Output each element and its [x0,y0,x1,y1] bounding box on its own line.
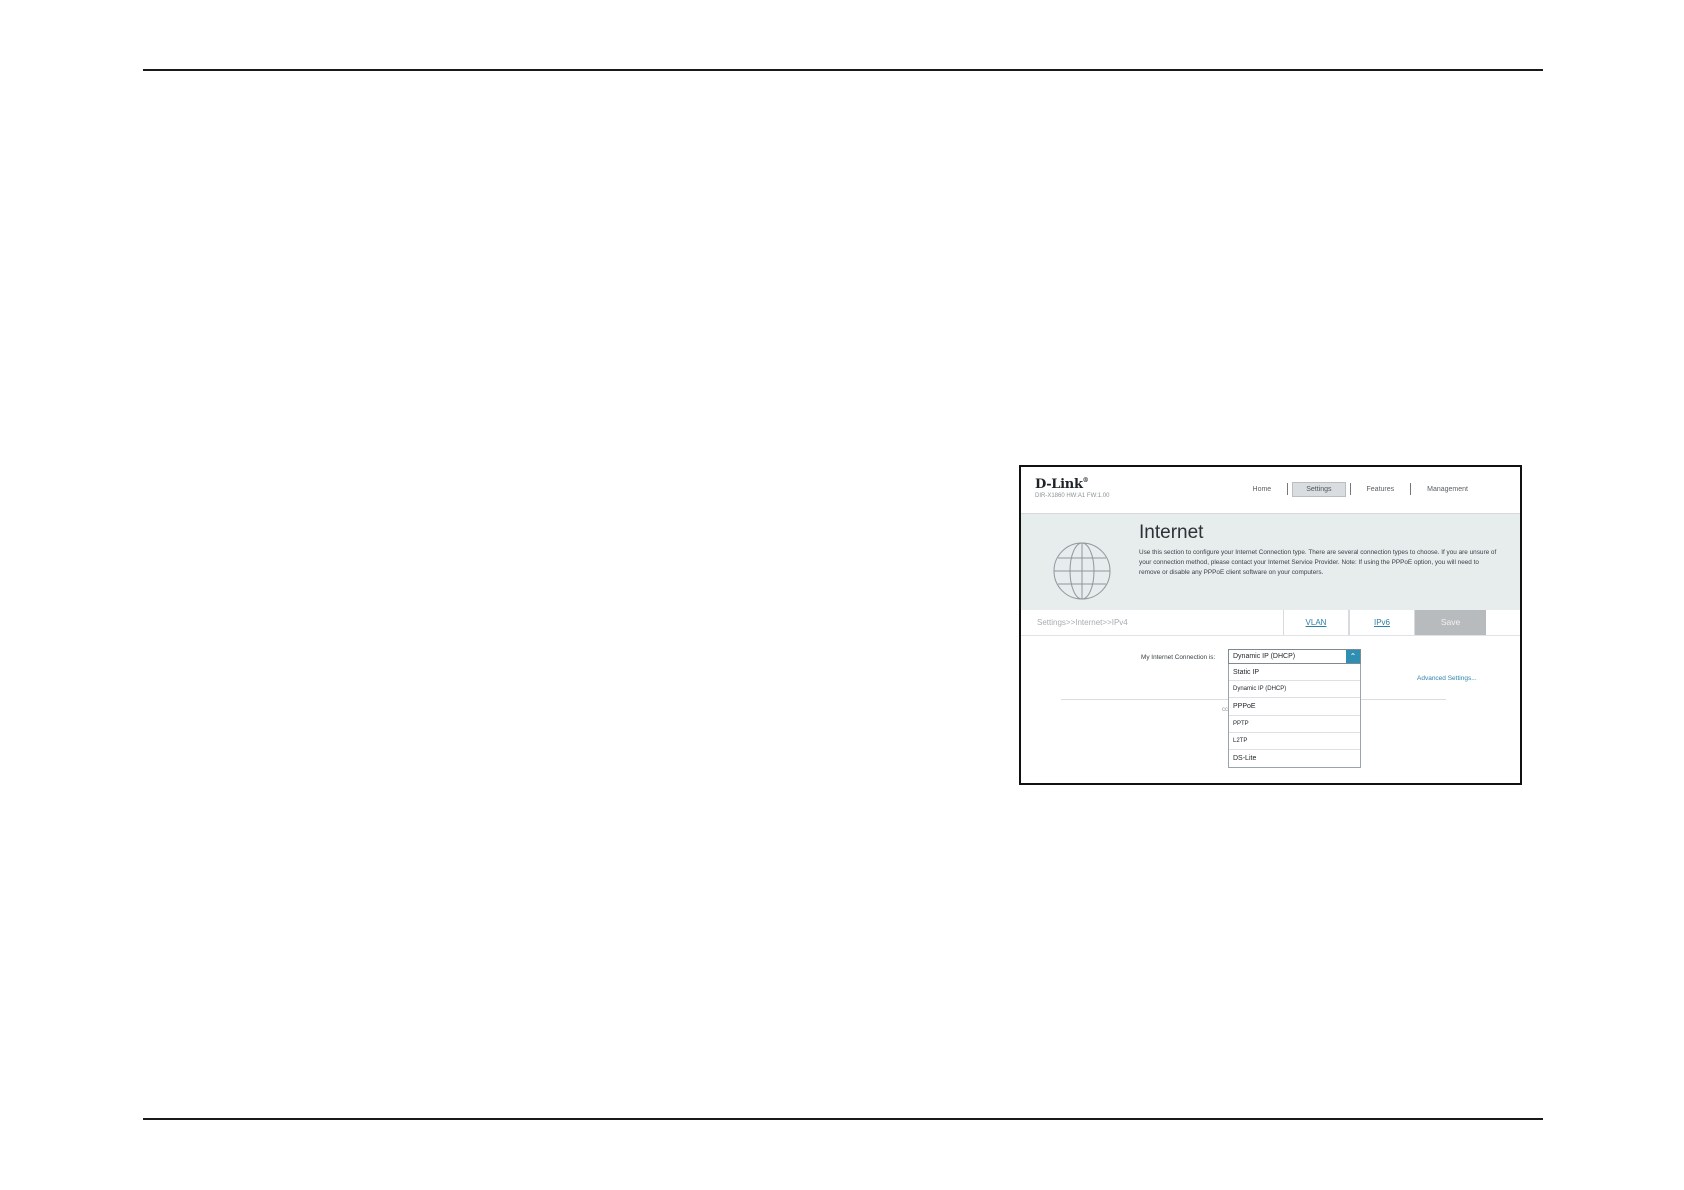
globe-icon [1053,542,1111,600]
option-static-ip[interactable]: Static IP [1229,664,1360,682]
nav-separator [1410,483,1412,495]
tab-ipv6[interactable]: IPv6 [1349,610,1415,635]
nav-separator [1287,483,1289,495]
model-info: DIR-X1860 HW:A1 FW:1.00 [1035,493,1110,499]
nav-home[interactable]: Home [1241,482,1284,497]
brand-name: D-Link [1035,477,1083,492]
option-l2tp[interactable]: L2TP [1229,733,1360,750]
connection-type-label: My Internet Connection is: [1141,654,1216,661]
nav-separator [1349,483,1351,495]
chevron-up-icon[interactable]: ⌃ [1346,650,1360,663]
nav-features[interactable]: Features [1355,482,1407,497]
advanced-settings-link[interactable]: Advanced Settings... [1417,675,1477,682]
tab-vlan[interactable]: VLAN [1283,610,1349,635]
main-nav: Home Settings Features Management [1241,480,1520,498]
save-button[interactable]: Save [1415,610,1486,635]
connection-type-dropdown: Static IP Dynamic IP (DHCP) PPPoE PPTP L… [1228,664,1361,769]
router-header: D-Link® DIR-X1860 HW:A1 FW:1.00 Home Set… [1021,467,1520,514]
connection-type-value: Dynamic IP (DHCP) [1233,653,1296,660]
router-screenshot: D-Link® DIR-X1860 HW:A1 FW:1.00 Home Set… [1019,465,1522,785]
option-pppoe[interactable]: PPPoE [1229,698,1360,716]
nav-settings[interactable]: Settings [1292,481,1346,497]
page-description: Use this section to configure your Inter… [1139,549,1497,576]
page-bottom-rule [143,1118,1543,1120]
page-title: Internet [1139,522,1204,543]
option-ds-lite[interactable]: DS-Lite [1229,750,1360,767]
option-dynamic-ip[interactable]: Dynamic IP (DHCP) [1229,681,1360,699]
page-top-rule [143,69,1543,71]
connection-type-select[interactable]: Dynamic IP (DHCP) ⌃ [1228,649,1361,664]
option-pptp[interactable]: PPTP [1229,716,1360,733]
nav-management[interactable]: Management [1415,482,1480,497]
breadcrumb: Settings>>Internet>>IPv4 [1037,618,1128,627]
breadcrumb-bar: Settings>>Internet>>IPv4 VLAN IPv6 Save [1021,610,1520,636]
dlink-logo: D-Link® [1035,477,1089,492]
